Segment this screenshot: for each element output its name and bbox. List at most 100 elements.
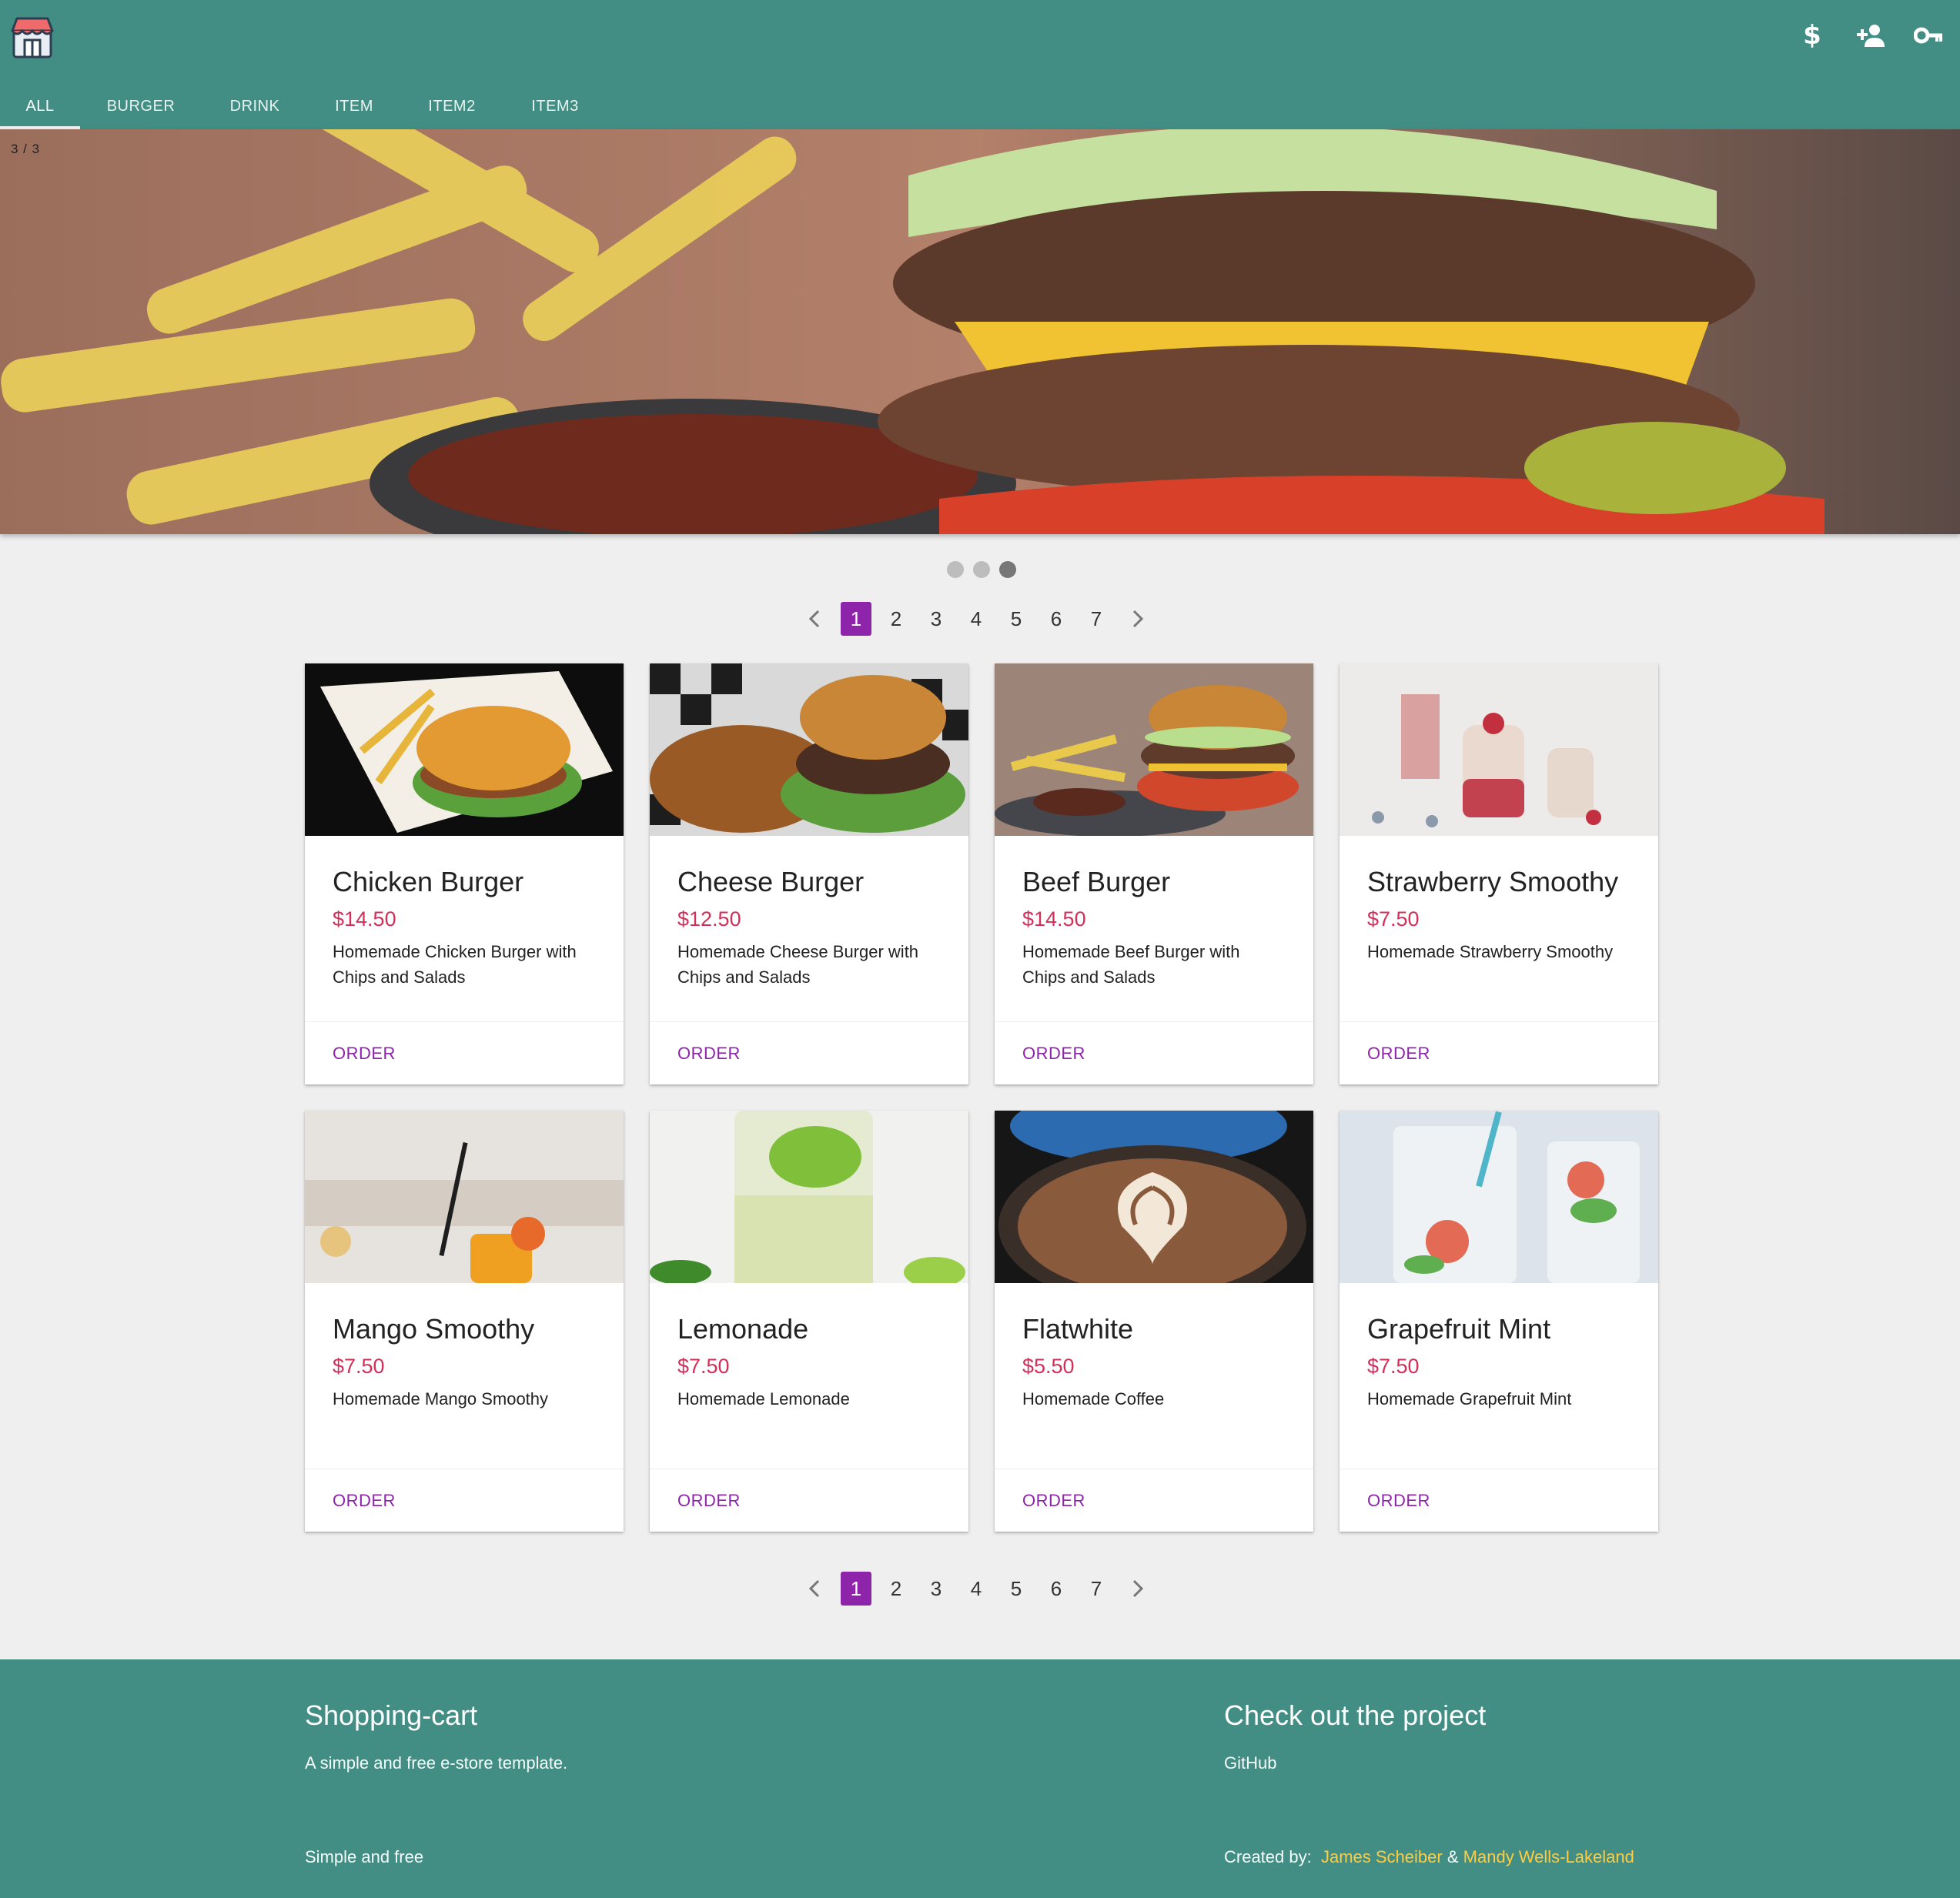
hero-carousel[interactable]: 3 / 3 [0,129,1960,534]
footer-title: Shopping-cart [305,1699,478,1731]
page-button[interactable]: 4 [961,1572,992,1606]
page-button[interactable]: 3 [921,602,952,636]
tab-label: ALL [25,97,55,115]
pagination-top: 1 2 3 4 5 6 7 [793,601,1159,637]
product-price: $7.50 [1367,907,1420,931]
product-price: $5.50 [1022,1355,1075,1378]
tab-label: ITEM2 [428,97,476,115]
tab-item3[interactable]: ITEM3 [503,83,607,129]
store-logo-icon[interactable] [9,14,55,60]
product-price: $12.50 [677,907,741,931]
tab-all[interactable]: ALL [0,83,80,129]
carousel-dot-3[interactable] [999,561,1016,578]
product-image [1340,1111,1658,1283]
toolbar-actions: $ [1784,0,1960,71]
card-actions: ORDER [1340,1021,1658,1084]
order-button[interactable]: ORDER [1022,1044,1085,1064]
order-button[interactable]: ORDER [1367,1491,1430,1511]
tab-burger[interactable]: BURGER [80,83,202,129]
page-button[interactable]: 1 [841,602,871,636]
page-button[interactable]: 5 [1001,602,1032,636]
card-actions: ORDER [650,1021,968,1084]
footer-bottom-text: Simple and free [305,1847,424,1866]
category-tabs: ALL BURGER DRINK ITEM ITEM2 ITEM3 [0,83,607,129]
dollar-button[interactable]: $ [1784,8,1840,63]
product-description: Homemade Grapefruit Mint [1367,1389,1572,1409]
page-button[interactable]: 3 [921,1572,952,1606]
order-button[interactable]: ORDER [677,1491,741,1511]
app-bar: $ ALL BURGER DRINK ITEM ITEM2 ITEM3 [0,0,1960,129]
product-card: Strawberry Smoothy $7.50 Homemade Strawb… [1340,663,1658,1084]
product-card: Beef Burger $14.50 Homemade Beef Burger … [995,663,1313,1084]
tab-drink[interactable]: DRINK [202,83,308,129]
add-user-button[interactable] [1843,8,1898,63]
pagination-bottom: 1 2 3 4 5 6 7 [793,1571,1159,1606]
product-image [995,1111,1313,1283]
product-price: $7.50 [1367,1355,1420,1378]
card-actions: ORDER [305,1021,624,1084]
product-title: Flatwhite [1022,1313,1134,1345]
card-actions: ORDER [995,1021,1313,1084]
carousel-indicators [947,561,1016,578]
tab-label: DRINK [229,97,280,115]
footer-tagline: A simple and free e-store template. [305,1753,568,1773]
footer-project-title: Check out the project [1224,1699,1487,1731]
order-button[interactable]: ORDER [1367,1044,1430,1064]
product-image [1340,663,1658,836]
product-card: Cheese Burger $12.50 Homemade Cheese Bur… [650,663,968,1084]
key-icon [1914,27,1942,44]
product-title: Chicken Burger [333,866,524,897]
next-page-button[interactable] [1116,1571,1159,1606]
order-button[interactable]: ORDER [677,1044,741,1064]
product-description: Homemade Lemonade [677,1389,850,1409]
page-button[interactable]: 7 [1081,1572,1112,1606]
prev-page-button[interactable] [793,1571,836,1606]
github-link[interactable]: GitHub [1224,1753,1276,1773]
author-link-mandy[interactable]: Mandy Wells-Lakeland [1463,1847,1634,1866]
order-button[interactable]: ORDER [333,1491,396,1511]
page-button[interactable]: 6 [1041,1572,1072,1606]
product-title: Beef Burger [1022,866,1171,897]
product-description: Homemade Beef Burger with Chips and Sala… [1022,942,1240,987]
product-description: Homemade Coffee [1022,1389,1165,1409]
product-price: $7.50 [677,1355,730,1378]
product-card: Grapefruit Mint $7.50 Homemade Grapefrui… [1340,1111,1658,1532]
credits-ampersand: & [1447,1847,1459,1866]
prev-page-button[interactable] [793,601,836,637]
hero-slide-counter: 3 / 3 [11,142,41,156]
hero-burger-image [0,129,1960,534]
product-price: $14.50 [333,907,396,931]
tab-label: BURGER [106,97,176,115]
chevron-right-icon [1132,610,1144,628]
page-button[interactable]: 6 [1041,602,1072,636]
tab-item[interactable]: ITEM [308,83,400,129]
product-description: Homemade Mango Smoothy [333,1389,549,1409]
product-card: Lemonade $7.50 Homemade Lemonade ORDER [650,1111,968,1532]
key-button[interactable] [1901,8,1957,63]
credits-label: Created by: [1224,1847,1312,1866]
author-link-james[interactable]: James Scheiber [1321,1847,1443,1866]
page-button[interactable]: 2 [881,1572,911,1606]
product-title: Grapefruit Mint [1367,1313,1551,1345]
product-description: Homemade Chicken Burger with Chips and S… [333,942,577,987]
product-card: Flatwhite $5.50 Homemade Coffee ORDER [995,1111,1313,1532]
order-button[interactable]: ORDER [333,1044,396,1064]
footer: Shopping-cart A simple and free e-store … [0,1659,1960,1898]
next-page-button[interactable] [1116,601,1159,637]
product-price: $7.50 [333,1355,385,1378]
credits: Created by: James Scheiber & Mandy Wells… [1224,1847,1634,1867]
order-button[interactable]: ORDER [1022,1491,1085,1511]
page-button[interactable]: 1 [841,1572,871,1606]
product-description: Homemade Strawberry Smoothy [1367,942,1614,962]
page-button[interactable]: 7 [1081,602,1112,636]
page-button[interactable]: 4 [961,602,992,636]
carousel-dot-1[interactable] [947,561,964,578]
product-image [305,663,624,836]
product-price: $14.50 [1022,907,1086,931]
add-user-icon [1857,25,1885,47]
page-button[interactable]: 5 [1001,1572,1032,1606]
tab-item2[interactable]: ITEM2 [400,83,503,129]
product-image [650,1111,968,1283]
carousel-dot-2[interactable] [973,561,990,578]
page-button[interactable]: 2 [881,602,911,636]
